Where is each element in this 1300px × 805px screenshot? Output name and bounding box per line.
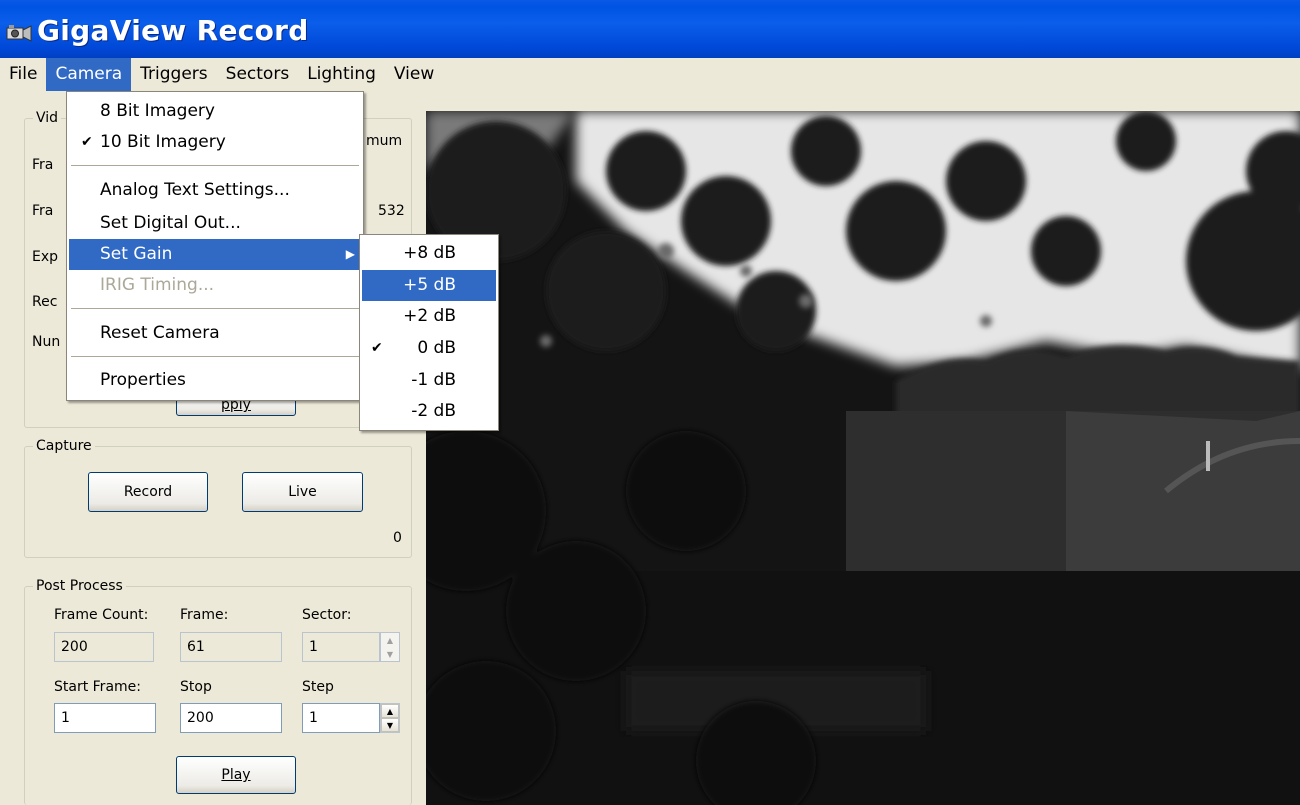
checkmark-icon: ✔ bbox=[371, 340, 383, 356]
step-spinner[interactable]: ▲ ▼ bbox=[380, 703, 400, 733]
stop-label: Stop bbox=[180, 679, 212, 695]
frame-label: Frame: bbox=[180, 607, 229, 623]
capture-group-legend: Capture bbox=[33, 437, 95, 455]
maximum-label: mum bbox=[366, 133, 403, 149]
window-title: GigaView Record bbox=[37, 14, 309, 47]
menu-separator bbox=[71, 165, 359, 166]
video-row-label: Nun bbox=[32, 334, 61, 350]
frame-field: 61 bbox=[180, 632, 282, 662]
play-button[interactable]: Play bbox=[176, 756, 296, 794]
menu-item-set-digital-out[interactable]: Set Digital Out... bbox=[69, 208, 361, 239]
gain-option-minus-2[interactable]: -2 dB bbox=[362, 396, 496, 427]
gain-option-minus-1[interactable]: -1 dB bbox=[362, 365, 496, 396]
menu-view[interactable]: View bbox=[385, 58, 443, 91]
live-button[interactable]: Live bbox=[242, 472, 363, 512]
video-value: 532 bbox=[378, 203, 405, 219]
menu-item-reset-camera[interactable]: Reset Camera bbox=[69, 318, 361, 349]
submenu-arrow-icon: ▶ bbox=[345, 247, 355, 261]
sector-label: Sector: bbox=[302, 607, 352, 623]
menu-camera[interactable]: Camera bbox=[46, 58, 132, 91]
frame-count-label: Frame Count: bbox=[54, 607, 149, 623]
frame-count-field: 200 bbox=[54, 632, 154, 662]
menu-lighting[interactable]: Lighting bbox=[298, 58, 385, 91]
step-label: Step bbox=[302, 679, 334, 695]
start-frame-input[interactable]: 1 bbox=[54, 703, 156, 733]
sector-field: 1 bbox=[302, 632, 380, 662]
video-group-legend: Vid bbox=[33, 109, 62, 127]
stop-input[interactable]: 200 bbox=[180, 703, 282, 733]
menu-item-properties[interactable]: Properties bbox=[69, 365, 361, 396]
spin-down-icon: ▼ bbox=[381, 647, 399, 661]
camera-menu: 8 Bit Imagery ✔ 10 Bit Imagery Analog Te… bbox=[66, 91, 364, 401]
video-row-label: Rec bbox=[32, 294, 58, 310]
menu-separator bbox=[71, 308, 359, 309]
menu-file[interactable]: File bbox=[0, 58, 46, 91]
spin-down-icon[interactable]: ▼ bbox=[381, 718, 399, 732]
gain-option-plus-8[interactable]: +8 dB bbox=[362, 238, 496, 269]
menu-item-10-bit-imagery[interactable]: ✔ 10 Bit Imagery bbox=[69, 127, 361, 158]
video-row-label: Fra bbox=[32, 203, 54, 219]
gain-option-plus-2[interactable]: +2 dB bbox=[362, 301, 496, 332]
menu-item-irig-timing: IRIG Timing... bbox=[100, 275, 215, 295]
live-button-label: Live bbox=[288, 484, 317, 500]
video-view[interactable] bbox=[426, 111, 1300, 805]
record-button[interactable]: Record bbox=[88, 472, 208, 512]
camera-app-icon bbox=[6, 25, 32, 42]
camera-frame-image bbox=[426, 111, 1300, 805]
menu-sectors[interactable]: Sectors bbox=[217, 58, 299, 91]
play-button-label: Play bbox=[221, 767, 251, 783]
menu-triggers[interactable]: Triggers bbox=[131, 58, 217, 91]
menu-bar: File Camera Triggers Sectors Lighting Vi… bbox=[0, 58, 1300, 91]
menu-item-analog-text-settings[interactable]: Analog Text Settings... bbox=[69, 175, 361, 206]
spin-up-icon: ▲ bbox=[381, 633, 399, 647]
sector-spinner: ▲ ▼ bbox=[380, 632, 400, 662]
capture-counter: 0 bbox=[393, 530, 402, 546]
menu-item-set-gain[interactable]: Set Gain ▶ bbox=[69, 239, 361, 270]
gain-option-plus-5[interactable]: +5 dB bbox=[362, 270, 496, 301]
checkmark-icon: ✔ bbox=[81, 134, 93, 150]
post-process-legend: Post Process bbox=[33, 577, 126, 595]
spin-up-icon[interactable]: ▲ bbox=[381, 704, 399, 718]
menu-separator bbox=[71, 356, 359, 357]
video-row-label: Exp bbox=[32, 249, 59, 265]
title-bar: GigaView Record bbox=[0, 0, 1300, 58]
video-row-label: Fra bbox=[32, 157, 54, 173]
gain-submenu: +8 dB +5 dB +2 dB ✔ 0 dB -1 dB -2 dB bbox=[359, 234, 499, 431]
menu-item-8-bit-imagery[interactable]: 8 Bit Imagery bbox=[69, 96, 361, 127]
start-frame-label: Start Frame: bbox=[54, 679, 141, 695]
gain-option-0[interactable]: ✔ 0 dB bbox=[362, 333, 496, 364]
step-input[interactable]: 1 bbox=[302, 703, 380, 733]
record-button-label: Record bbox=[123, 484, 173, 500]
